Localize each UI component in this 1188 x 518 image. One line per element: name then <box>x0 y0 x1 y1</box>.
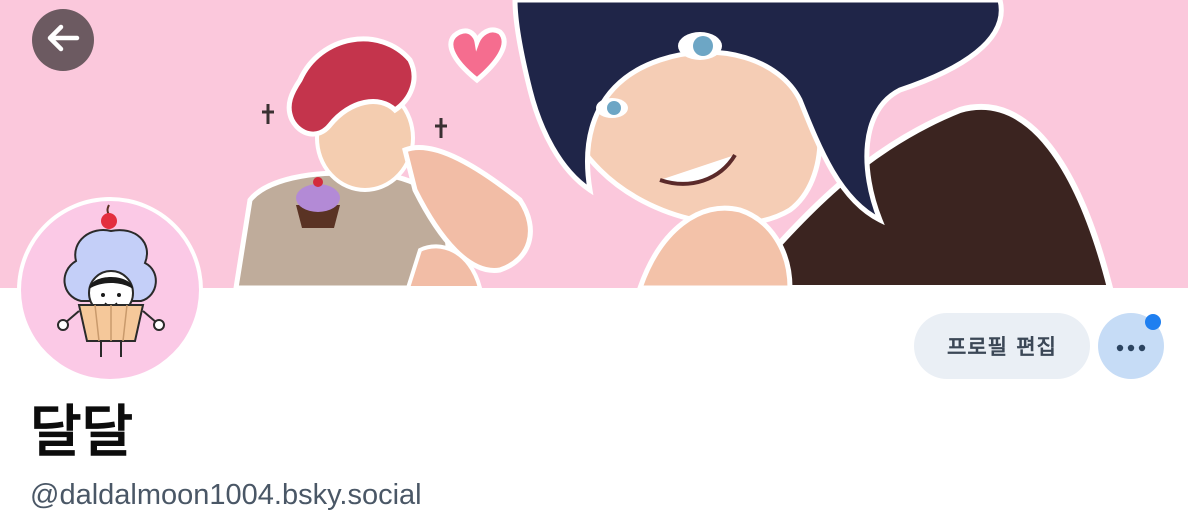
notification-dot <box>1145 314 1161 330</box>
profile-handle: @daldalmoon1004.bsky.social <box>30 479 422 511</box>
display-name: 달달 <box>30 400 134 465</box>
avatar-image <box>21 201 199 379</box>
back-button[interactable] <box>32 9 94 71</box>
avatar[interactable] <box>17 197 203 383</box>
arrow-left-icon <box>46 24 80 56</box>
edit-profile-button[interactable]: 프로필 편집 <box>914 313 1090 379</box>
more-dots-icon <box>1116 337 1146 356</box>
